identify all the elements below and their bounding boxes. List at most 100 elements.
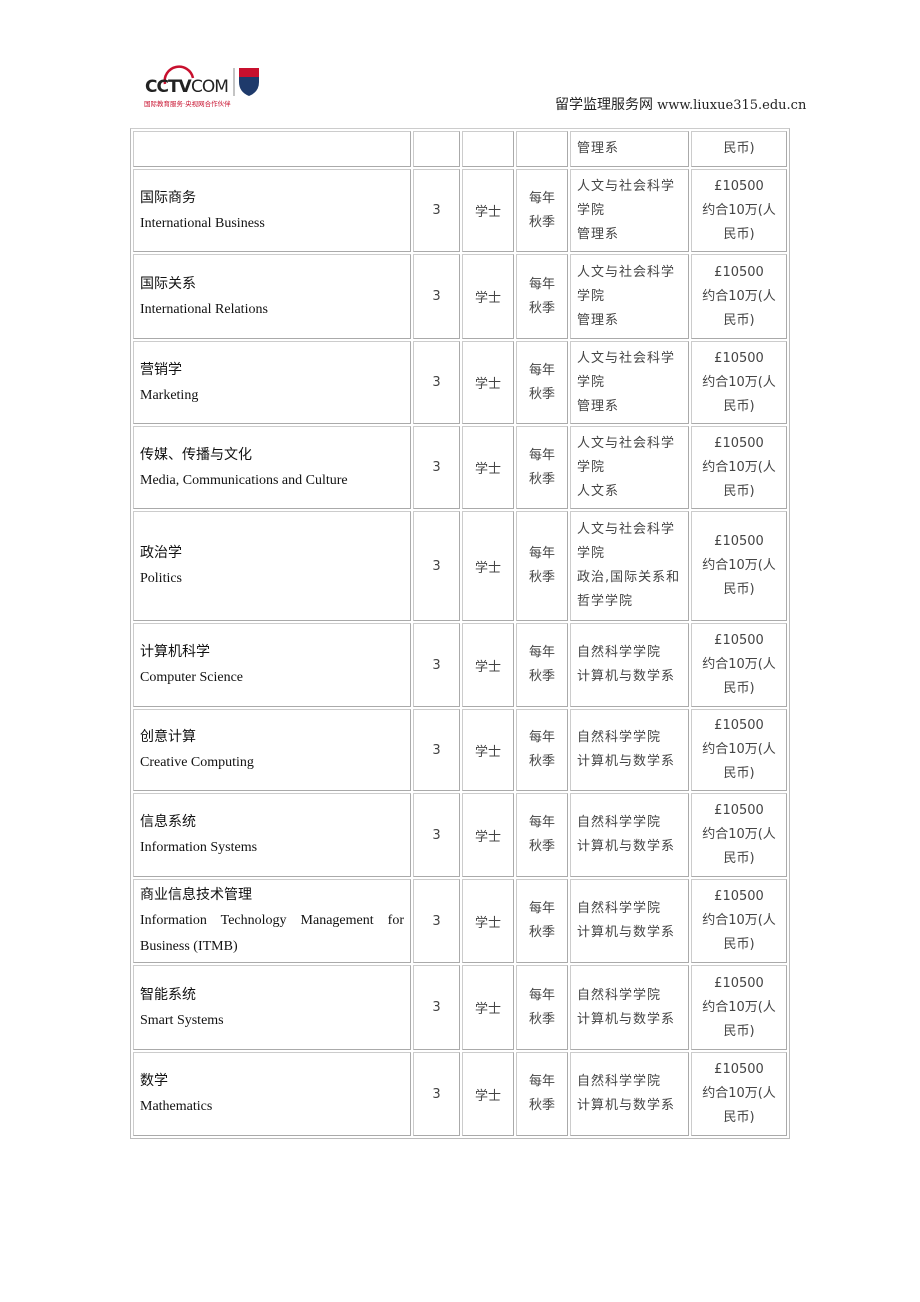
intake-line: 每年 [528, 815, 555, 830]
table-row: 政治学 Politics 3 学士 每年 秋季 人文与社会科学 学院 政治,国际关系和 哲学学院 £… [133, 511, 787, 621]
faculty-line: 管理系 [577, 398, 620, 414]
faculty-line: 计算机与数学系 [577, 925, 676, 940]
faculty-cell: 自然科学学院 计算机与数学系 [570, 793, 689, 877]
program-name-cell: 计算机科学 Computer Science [133, 623, 411, 707]
table-row: 营销学 Marketing 3 学士 每年 秋季 人文与社会科学 学院 管理系 £10500 约合1… [133, 341, 787, 424]
program-name-en: Creative Computing [140, 755, 254, 770]
intake-line: 秋季 [528, 925, 555, 940]
fee-line: 民币) [723, 766, 755, 781]
program-name-en: International Business [140, 215, 265, 231]
fee-cell: £10500 约合10万(人 民币) [691, 341, 787, 424]
fee-line: 民币) [723, 681, 755, 696]
program-name-en: Information Technology Management for Bu… [140, 913, 404, 954]
svg-text:国际教育服务·央视网合作伙伴: 国际教育服务·央视网合作伙伴 [144, 99, 231, 108]
fee-line: 约合10万(人 [702, 827, 776, 842]
faculty-line: 人文系 [577, 483, 620, 499]
program-name-cell: 信息系统 Information Systems [133, 793, 411, 877]
degree-cell: 学士 [462, 169, 514, 252]
fee-cell: £10500 约合10万(人 民币) [691, 1052, 787, 1136]
fee-line: 民币) [723, 1110, 755, 1125]
years-cell: 3 [413, 1052, 460, 1136]
intake-line: 每年 [528, 730, 555, 745]
program-name-en: Media, Communications and Culture [140, 472, 348, 488]
fee-cell: £10500 约合10万(人 民币) [691, 426, 787, 509]
intake-cell: 每年 秋季 [516, 426, 568, 509]
program-name-cell: 商业信息技术管理 Information Technology Managemen… [133, 879, 411, 963]
program-name-cell [133, 131, 411, 167]
fee-line: £10500 [714, 1062, 764, 1077]
intake-cell: 每年 秋季 [516, 709, 568, 791]
table-row: 管理系 民币) [133, 131, 787, 167]
cctv-logo: CCTV COM 国际教育服务·央视网合作伙伴 [144, 65, 259, 108]
site-name: 留学监理服务网 [555, 97, 653, 113]
faculty-line: 管理系 [577, 312, 620, 328]
faculty-line: 自然科学学院 [577, 987, 662, 1003]
faculty-line: 管理系 [577, 226, 620, 242]
table-row: 智能系统 Smart Systems 3 学士 每年 秋季 自然科学学院 计算机与数学系 £10… [133, 965, 787, 1050]
intake-line: 每年 [528, 190, 555, 206]
program-name-zh: 营销学 [140, 361, 182, 378]
fee-line: 约合10万(人 [702, 657, 776, 672]
degree-cell: 学士 [462, 965, 514, 1050]
faculty-line: 计算机与数学系 [577, 1098, 676, 1113]
program-name-zh: 商业信息技术管理 [140, 887, 252, 903]
years-cell: 3 [413, 511, 460, 621]
program-name-en: Smart Systems [140, 1012, 224, 1028]
fee-line: £10500 [714, 803, 764, 818]
degree-cell: 学士 [462, 623, 514, 707]
degree-cell: 学士 [462, 1052, 514, 1136]
fee-line: £10500 [714, 889, 764, 904]
degree-cell: 学士 [462, 709, 514, 791]
fee-line: £10500 [714, 435, 764, 451]
table-row: 计算机科学 Computer Science 3 学士 每年 秋季 自然科学学院 计算机与数学… [133, 623, 787, 707]
fee-cell: £10500 约合10万(人 民币) [691, 254, 787, 339]
fee-line: £10500 [714, 350, 764, 366]
faculty-line: 学院 [577, 202, 606, 218]
program-name-zh: 计算机科学 [140, 644, 210, 660]
faculty-cell: 人文与社会科学 学院 政治,国际关系和 哲学学院 [570, 511, 689, 621]
intake-line: 每年 [528, 276, 555, 292]
intake-line: 秋季 [528, 1011, 555, 1027]
intake-cell: 每年 秋季 [516, 793, 568, 877]
faculty-line: 哲学学院 [577, 594, 634, 609]
degree-cell: 学士 [462, 879, 514, 963]
intake-cell: 每年 秋季 [516, 169, 568, 252]
fee-line: 民币) [723, 851, 755, 866]
faculty-line: 计算机与数学系 [577, 754, 676, 769]
fee-cell: £10500 约合10万(人 民币) [691, 879, 787, 963]
degree-cell: 学士 [462, 793, 514, 877]
fee-line: 民币) [723, 582, 755, 597]
intake-line: 秋季 [528, 1098, 555, 1113]
intake-line: 秋季 [528, 300, 555, 316]
faculty-line: 管理系 [577, 141, 620, 156]
svg-text:COM: COM [191, 77, 228, 97]
faculty-cell: 人文与社会科学 学院 管理系 [570, 169, 689, 252]
table-row: 创意计算 Creative Computing 3 学士 每年 秋季 自然科学学院 计算机与数… [133, 709, 787, 791]
faculty-line: 人文与社会科学 [577, 264, 676, 280]
site-url[interactable]: www.liuxue315.edu.cn [657, 98, 806, 113]
faculty-line: 自然科学学院 [577, 901, 662, 916]
years-cell: 3 [413, 879, 460, 963]
program-name-en: Computer Science [140, 670, 244, 685]
fee-line: 约合10万(人 [702, 1086, 776, 1101]
program-name-en: International Relations [140, 301, 268, 317]
intake-line: 秋季 [528, 669, 555, 684]
fee-cell: £10500 约合10万(人 民币) [691, 169, 787, 252]
intake-cell [516, 131, 568, 167]
faculty-line: 人文与社会科学 [577, 435, 676, 451]
fee-cell: 民币) [691, 131, 787, 167]
degree-cell: 学士 [462, 254, 514, 339]
faculty-cell: 管理系 [570, 131, 689, 167]
program-name-zh: 信息系统 [140, 814, 196, 830]
fee-line: 约合10万(人 [702, 999, 776, 1015]
fee-line: £10500 [714, 633, 764, 648]
document-page: CCTV COM 国际教育服务·央视网合作伙伴 留学监理服务网 www.liux… [0, 0, 920, 1302]
fee-line: 约合10万(人 [702, 202, 776, 218]
faculty-line: 自然科学学院 [577, 645, 662, 660]
years-cell: 3 [413, 341, 460, 424]
faculty-cell: 自然科学学院 计算机与数学系 [570, 709, 689, 791]
faculty-cell: 人文与社会科学 学院 管理系 [570, 341, 689, 424]
program-name-cell: 国际关系 International Relations [133, 254, 411, 339]
years-cell [413, 131, 460, 167]
faculty-line: 学院 [577, 546, 606, 561]
